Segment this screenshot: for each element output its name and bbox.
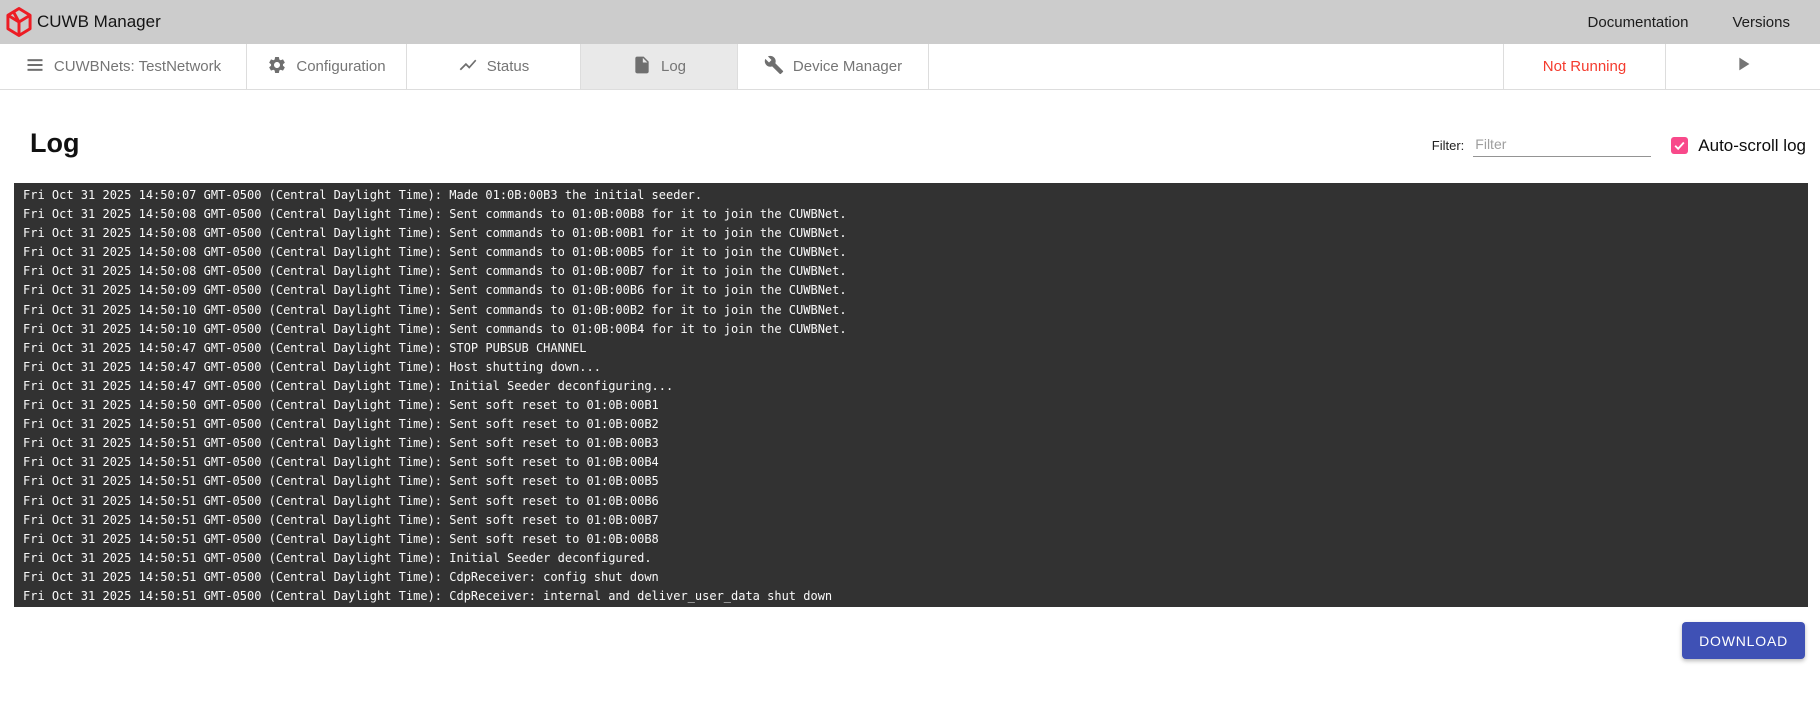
log-line: Fri Oct 31 2025 14:50:08 GMT-0500 (Centr… <box>23 205 1799 224</box>
log-line: Fri Oct 31 2025 14:50:51 GMT-0500 (Centr… <box>23 549 1799 568</box>
versions-link[interactable]: Versions <box>1732 14 1790 31</box>
tab-log[interactable]: Log <box>581 44 738 89</box>
page-title: Log <box>30 128 79 159</box>
nav-spacer <box>929 44 1503 89</box>
log-line: Fri Oct 31 2025 14:50:51 GMT-0500 (Centr… <box>23 415 1799 434</box>
cube-logo-icon <box>4 6 34 38</box>
gear-icon <box>267 55 287 79</box>
status-badge: Not Running <box>1503 44 1665 89</box>
app-title: CUWB Manager <box>37 12 161 32</box>
log-line: Fri Oct 31 2025 14:50:10 GMT-0500 (Centr… <box>23 320 1799 339</box>
tab-label: Device Manager <box>793 58 902 75</box>
log-line: Fri Oct 31 2025 14:50:51 GMT-0500 (Centr… <box>23 472 1799 491</box>
nav-bar: CUWBNets: TestNetwork Configuration Stat… <box>0 44 1820 90</box>
log-line: Fri Oct 31 2025 14:50:10 GMT-0500 (Centr… <box>23 301 1799 320</box>
documentation-link[interactable]: Documentation <box>1588 14 1689 31</box>
autoscroll-label: Auto-scroll log <box>1698 136 1806 156</box>
log-line: Fri Oct 31 2025 14:50:47 GMT-0500 (Centr… <box>23 377 1799 396</box>
log-line: Fri Oct 31 2025 14:50:51 GMT-0500 (Centr… <box>23 434 1799 453</box>
log-line: Fri Oct 31 2025 14:50:50 GMT-0500 (Centr… <box>23 396 1799 415</box>
tab-configuration[interactable]: Configuration <box>247 44 407 89</box>
log-line: Fri Oct 31 2025 14:50:47 GMT-0500 (Centr… <box>23 339 1799 358</box>
log-line: Fri Oct 31 2025 14:50:51 GMT-0500 (Centr… <box>23 530 1799 549</box>
log-page: Log Filter: Auto-scroll log Fri Oct 31 2… <box>0 90 1820 721</box>
download-button[interactable]: DOWNLOAD <box>1682 622 1805 659</box>
tab-label: CUWBNets: TestNetwork <box>54 58 221 75</box>
log-line: Fri Oct 31 2025 14:50:51 GMT-0500 (Centr… <box>23 511 1799 530</box>
autoscroll-toggle[interactable]: Auto-scroll log <box>1671 136 1806 156</box>
log-line: Fri Oct 31 2025 14:50:47 GMT-0500 (Centr… <box>23 358 1799 377</box>
tab-status[interactable]: Status <box>407 44 581 89</box>
tab-label: Configuration <box>296 58 385 75</box>
menu-icon <box>25 55 45 79</box>
tab-cuwbnets[interactable]: CUWBNets: TestNetwork <box>0 44 247 89</box>
play-icon <box>1732 53 1754 80</box>
tab-label: Log <box>661 58 686 75</box>
trend-icon <box>458 55 478 79</box>
filter-input[interactable] <box>1473 134 1651 157</box>
log-line: Fri Oct 31 2025 14:50:51 GMT-0500 (Centr… <box>23 587 1799 606</box>
log-line: Fri Oct 31 2025 14:50:08 GMT-0500 (Centr… <box>23 243 1799 262</box>
log-output[interactable]: Fri Oct 31 2025 14:50:07 GMT-0500 (Centr… <box>14 183 1808 607</box>
log-line: Fri Oct 31 2025 14:50:51 GMT-0500 (Centr… <box>23 492 1799 511</box>
log-line: Fri Oct 31 2025 14:50:08 GMT-0500 (Centr… <box>23 224 1799 243</box>
file-icon <box>632 55 652 79</box>
start-network-button[interactable] <box>1665 44 1820 89</box>
app-header: CUWB Manager Documentation Versions <box>0 0 1820 44</box>
tab-device-manager[interactable]: Device Manager <box>738 44 929 89</box>
log-line: Fri Oct 31 2025 14:50:07 GMT-0500 (Centr… <box>23 186 1799 205</box>
check-icon <box>1673 139 1686 152</box>
header-links: Documentation Versions <box>1588 14 1820 31</box>
filter-row: Filter: Auto-scroll log <box>1432 134 1806 157</box>
log-line: Fri Oct 31 2025 14:50:09 GMT-0500 (Centr… <box>23 281 1799 300</box>
autoscroll-checkbox[interactable] <box>1671 137 1688 154</box>
filter-label: Filter: <box>1432 138 1465 153</box>
tab-label: Status <box>487 58 530 75</box>
log-line: Fri Oct 31 2025 14:50:51 GMT-0500 (Centr… <box>23 568 1799 587</box>
wrench-icon <box>764 55 784 79</box>
log-line: Fri Oct 31 2025 14:50:08 GMT-0500 (Centr… <box>23 262 1799 281</box>
brand: CUWB Manager <box>0 6 161 38</box>
log-line: Fri Oct 31 2025 14:50:51 GMT-0500 (Centr… <box>23 453 1799 472</box>
